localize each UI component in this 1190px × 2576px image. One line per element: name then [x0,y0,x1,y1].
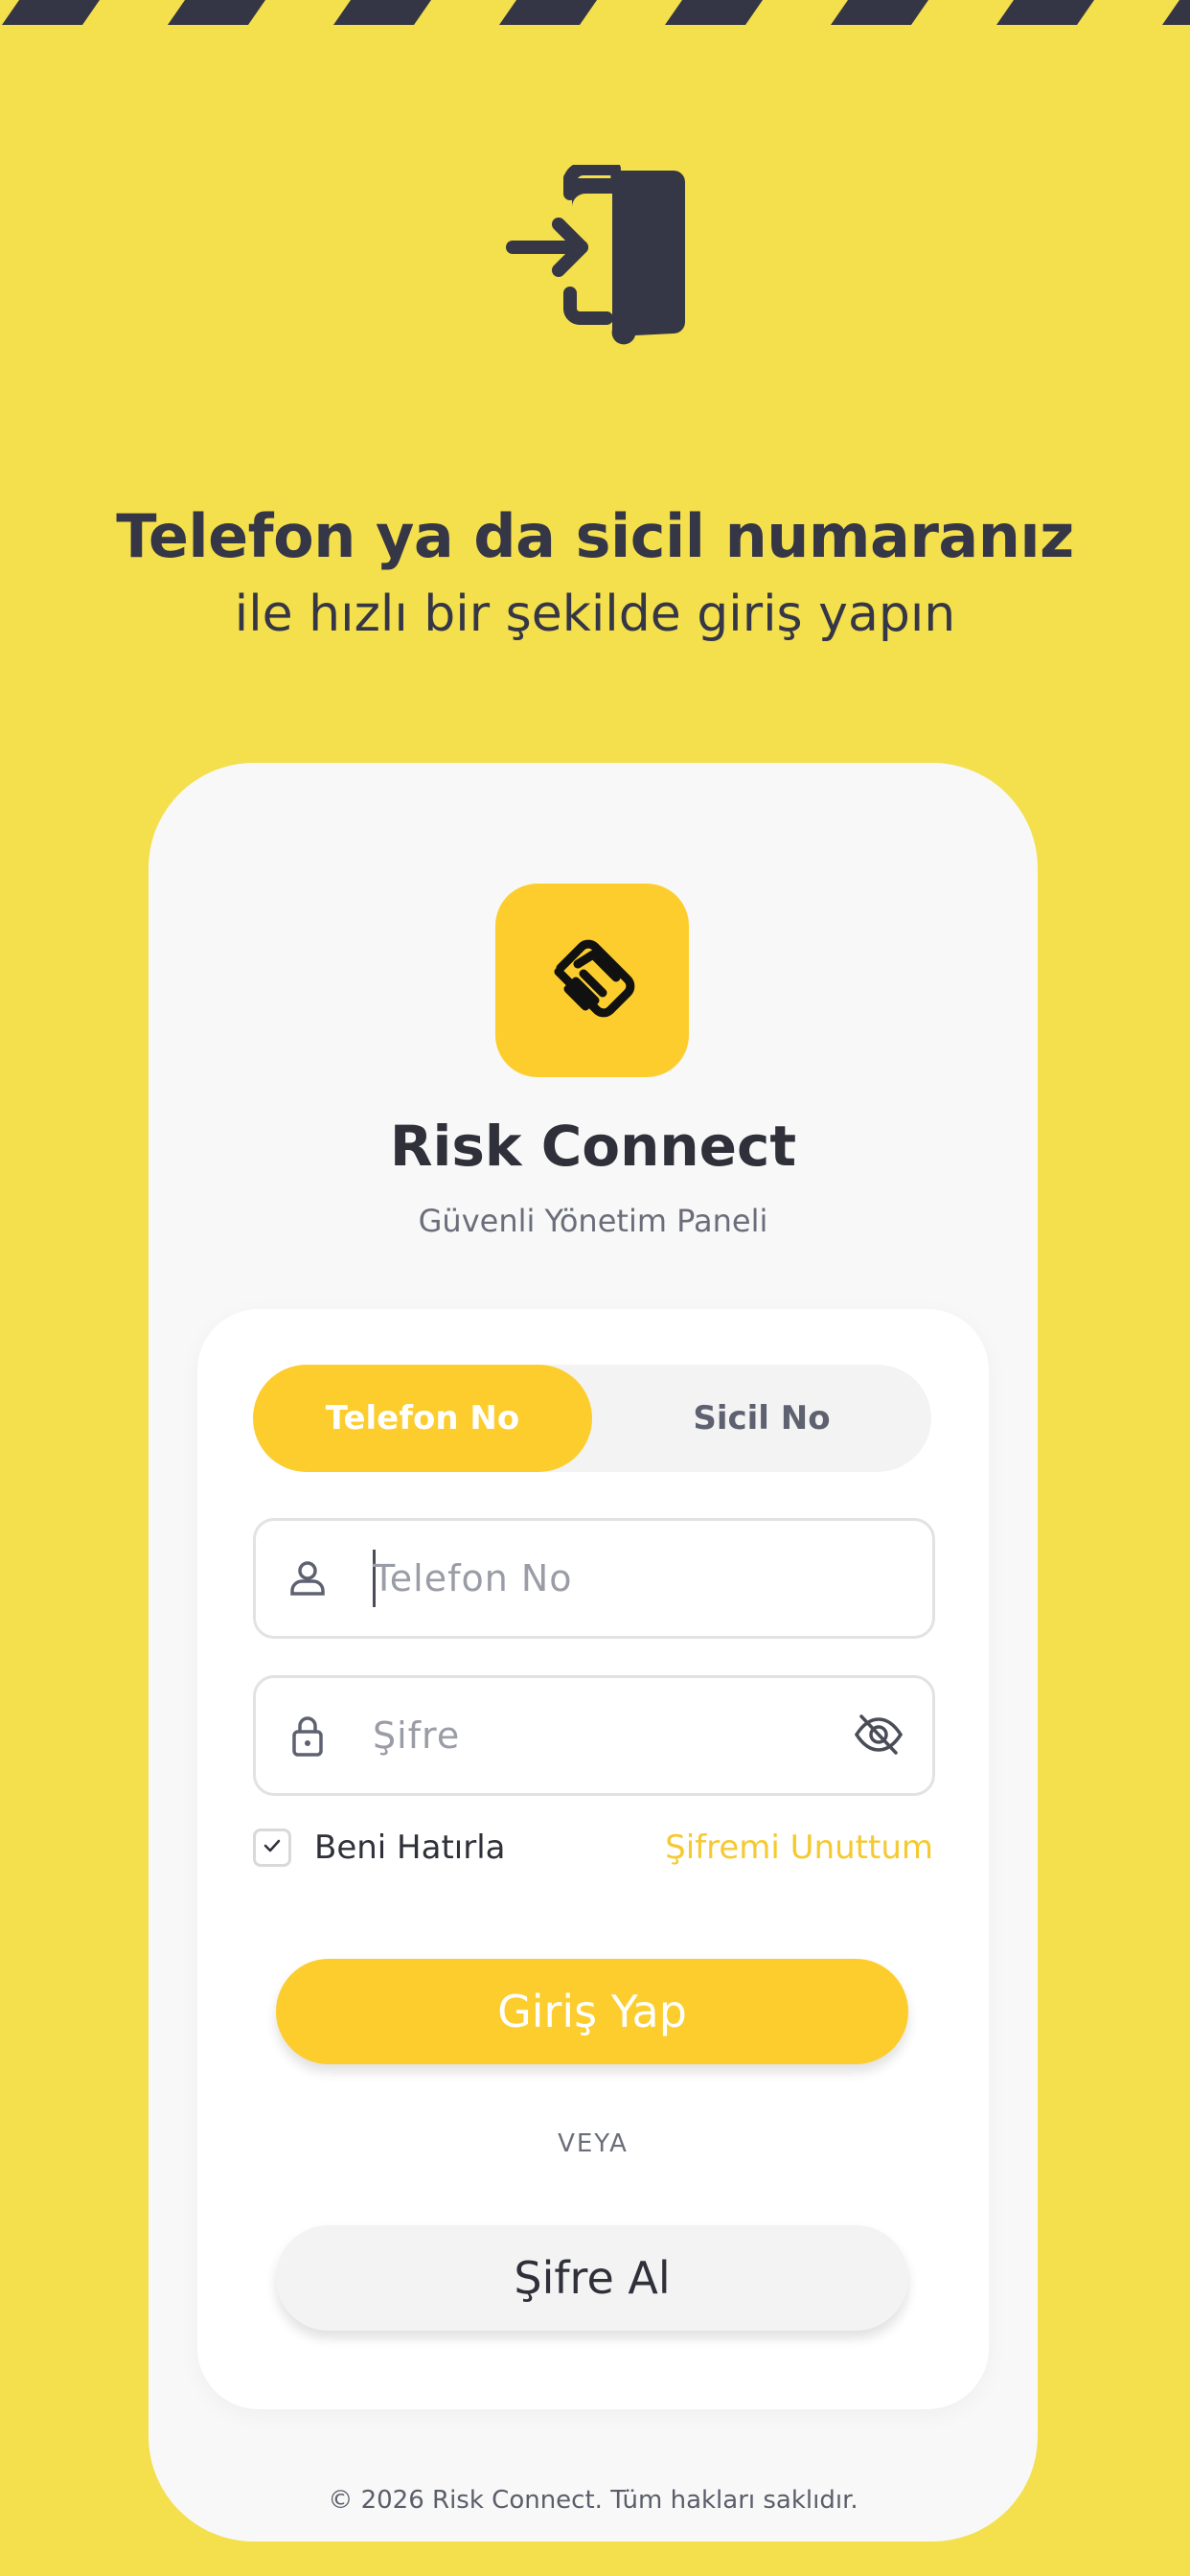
check-icon [261,1834,284,1861]
user-icon [286,1557,329,1599]
hazard-stripe [0,0,1190,25]
remember-label: Beni Hatırla [314,1828,506,1867]
password-field[interactable]: Şifre [253,1675,935,1796]
login-button[interactable]: Giriş Yap [276,1959,908,2064]
phone-input[interactable]: Telefon No [373,1521,573,1636]
login-card: Risk Connect Güvenli Yönetim Paneli Tele… [149,763,1038,2542]
password-input[interactable]: Şifre [373,1678,460,1793]
remember-me[interactable]: Beni Hatırla [253,1827,505,1869]
handshake-icon [539,926,645,1035]
login-door-icon [499,162,691,356]
tab-phone[interactable]: Telefon No [253,1365,592,1472]
hero-subtitle: ile hızlı bir şekilde giriş yapın [234,586,956,643]
get-password-button[interactable]: Şifre Al [276,2225,908,2331]
or-divider: VEYA [558,2129,629,2158]
login-panel: Telefon No Sicil No Telefon No Şifre Ben… [197,1309,989,2409]
footer-copyright: © 2026 Risk Connect. Tüm hakları saklıdı… [328,2486,858,2515]
app-tagline: Güvenli Yönetim Paneli [418,1203,768,1239]
app-logo [495,884,689,1077]
phone-field[interactable]: Telefon No [253,1518,935,1639]
app-name: Risk Connect [389,1114,797,1179]
tab-registry[interactable]: Sicil No [592,1365,931,1472]
login-method-switch: Telefon No Sicil No [253,1365,931,1472]
remember-checkbox[interactable] [253,1828,291,1867]
eye-off-icon[interactable] [854,1713,904,1757]
lock-icon [286,1714,329,1757]
forgot-password-link[interactable]: Şifremi Unuttum [665,1827,933,1869]
hero-title: Telefon ya da sicil numaranız [116,501,1074,571]
